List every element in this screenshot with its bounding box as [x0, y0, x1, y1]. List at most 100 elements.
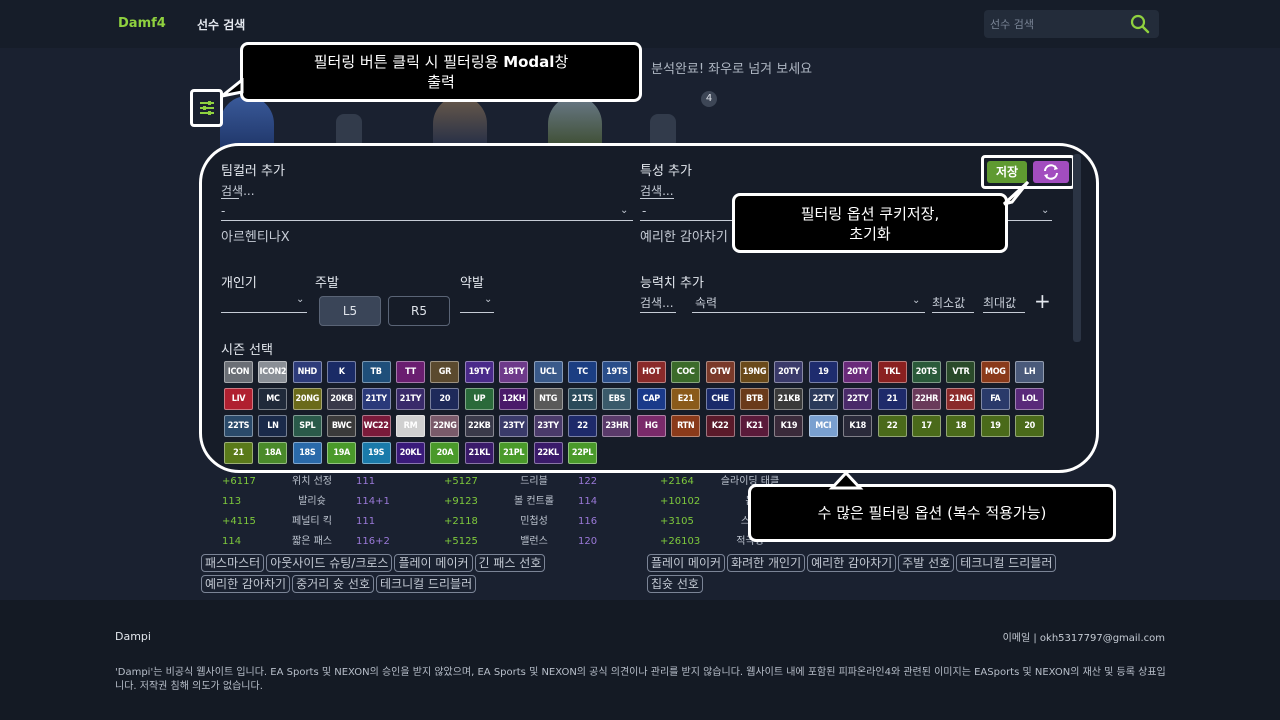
trait-tag[interactable]: 테크니컬 드리블러: [375, 575, 477, 593]
season-badge[interactable]: RTN: [671, 415, 701, 437]
trait-tag[interactable]: 긴 패스 선호: [474, 554, 546, 572]
season-badge[interactable]: K: [327, 361, 357, 383]
season-badge[interactable]: 20KB: [327, 388, 357, 410]
season-badge[interactable]: 22KL: [533, 442, 563, 464]
season-badge[interactable]: 18A: [258, 442, 288, 464]
season-badge[interactable]: K22: [705, 415, 735, 437]
trait-tag[interactable]: 플레이 메이커: [647, 554, 726, 572]
season-badge[interactable]: 20TY: [843, 361, 873, 383]
trait-tag[interactable]: 패스마스터: [201, 554, 265, 572]
season-badge[interactable]: 19NG: [740, 361, 769, 383]
season-badge[interactable]: MOG: [980, 361, 1010, 383]
season-badge[interactable]: 18TY: [499, 361, 529, 383]
season-badge[interactable]: 18S: [292, 442, 322, 464]
add-ability-button[interactable]: +: [1034, 289, 1051, 313]
trait-tag[interactable]: 예리한 감아차기: [807, 554, 897, 572]
trait-tag[interactable]: 예리한 감아차기: [201, 575, 291, 593]
season-badge[interactable]: BWC: [327, 415, 357, 437]
season-badge[interactable]: LOL: [1015, 388, 1045, 410]
season-badge[interactable]: ICON2: [258, 361, 288, 383]
season-badge[interactable]: TT: [396, 361, 425, 383]
season-badge[interactable]: NTG: [533, 388, 563, 410]
season-badge[interactable]: 20TS: [912, 361, 941, 383]
season-badge[interactable]: EBS: [602, 388, 632, 410]
trait-tag[interactable]: 화려한 개인기: [727, 554, 806, 572]
season-badge[interactable]: 21KL: [464, 442, 494, 464]
season-badge[interactable]: MCI: [808, 415, 838, 437]
season-badge[interactable]: 21TS: [568, 388, 597, 410]
season-badge[interactable]: 17: [912, 415, 941, 437]
max-value-input[interactable]: 최대값: [983, 294, 1016, 311]
season-badge[interactable]: 20: [1015, 415, 1045, 437]
season-badge[interactable]: 21: [224, 442, 253, 464]
season-badge[interactable]: K18: [843, 415, 873, 437]
trait-tag[interactable]: 중거리 슛 선호: [292, 575, 374, 593]
season-badge[interactable]: NHD: [292, 361, 322, 383]
season-badge[interactable]: LH: [1015, 361, 1045, 383]
season-badge[interactable]: 23TY: [499, 415, 529, 437]
season-badge[interactable]: UP: [464, 388, 494, 410]
season-badge[interactable]: ICON: [224, 361, 253, 383]
strong-foot-r-button[interactable]: R5: [388, 296, 450, 326]
season-badge[interactable]: TB: [361, 361, 391, 383]
season-badge[interactable]: 22TY: [808, 388, 838, 410]
season-badge[interactable]: GR: [430, 361, 460, 383]
reset-button[interactable]: [1033, 161, 1069, 183]
season-badge[interactable]: 23HR: [602, 415, 632, 437]
trait-search-input[interactable]: 검색...: [640, 182, 674, 199]
season-badge[interactable]: 19S: [361, 442, 391, 464]
season-badge[interactable]: 19TY: [464, 361, 494, 383]
season-badge[interactable]: WC22: [361, 415, 391, 437]
trait-tag[interactable]: 테크니컬 드리블러: [956, 554, 1057, 572]
trait-applied[interactable]: 예리한 감아차기: [640, 226, 728, 245]
team-search-input[interactable]: 검색...: [221, 182, 255, 199]
chevron-down-icon[interactable]: ⌄: [296, 294, 304, 305]
player-search-input[interactable]: [990, 15, 1120, 33]
season-badge[interactable]: TC: [568, 361, 597, 383]
season-badge[interactable]: RM: [396, 415, 425, 437]
season-badge[interactable]: LIV: [224, 388, 253, 410]
season-badge[interactable]: FA: [980, 388, 1010, 410]
season-badge[interactable]: CHE: [705, 388, 735, 410]
season-badge[interactable]: 22PL: [568, 442, 597, 464]
nav-player-search[interactable]: 선수 검색: [197, 16, 245, 33]
season-badge[interactable]: HG: [636, 415, 666, 437]
min-value-input[interactable]: 최소값: [932, 294, 965, 311]
season-badge[interactable]: 22: [568, 415, 597, 437]
season-badge[interactable]: HOT: [636, 361, 666, 383]
season-badge[interactable]: 23TY: [533, 415, 563, 437]
trait-tag[interactable]: 주발 선호: [898, 554, 955, 572]
search-icon[interactable]: [1129, 13, 1151, 39]
season-badge[interactable]: 21NG: [946, 388, 976, 410]
season-badge[interactable]: 20TY: [774, 361, 804, 383]
season-badge[interactable]: 22TS: [224, 415, 253, 437]
season-badge[interactable]: 22HR: [912, 388, 941, 410]
season-badge[interactable]: K19: [774, 415, 804, 437]
season-badge[interactable]: 19TS: [602, 361, 632, 383]
season-badge[interactable]: UCL: [533, 361, 563, 383]
season-badge[interactable]: 20: [430, 388, 460, 410]
filter-button[interactable]: [190, 89, 223, 127]
season-badge[interactable]: 20NG: [292, 388, 322, 410]
season-badge[interactable]: SPL: [292, 415, 322, 437]
season-badge[interactable]: 18: [946, 415, 976, 437]
season-badge[interactable]: 21TY: [396, 388, 425, 410]
season-badge[interactable]: CAP: [636, 388, 666, 410]
season-badge[interactable]: 21: [877, 388, 907, 410]
season-badge[interactable]: 22NG: [430, 415, 460, 437]
season-badge[interactable]: 12KH: [499, 388, 529, 410]
trait-tag[interactable]: 플레이 메이커: [394, 554, 473, 572]
season-badge[interactable]: BTB: [740, 388, 769, 410]
season-badge[interactable]: E21: [671, 388, 701, 410]
site-logo[interactable]: Damf4: [118, 16, 166, 31]
chevron-down-icon[interactable]: ⌄: [620, 205, 628, 216]
season-badge[interactable]: LN: [258, 415, 288, 437]
season-badge[interactable]: 22TY: [843, 388, 873, 410]
season-badge[interactable]: 21PL: [499, 442, 529, 464]
chevron-down-icon[interactable]: ⌄: [1041, 205, 1049, 216]
season-badge[interactable]: MC: [258, 388, 288, 410]
season-badge[interactable]: 21TY: [361, 388, 391, 410]
season-badge[interactable]: 20A: [430, 442, 460, 464]
trait-tag[interactable]: 칩슛 선호: [647, 575, 703, 593]
season-badge[interactable]: 21KB: [774, 388, 804, 410]
